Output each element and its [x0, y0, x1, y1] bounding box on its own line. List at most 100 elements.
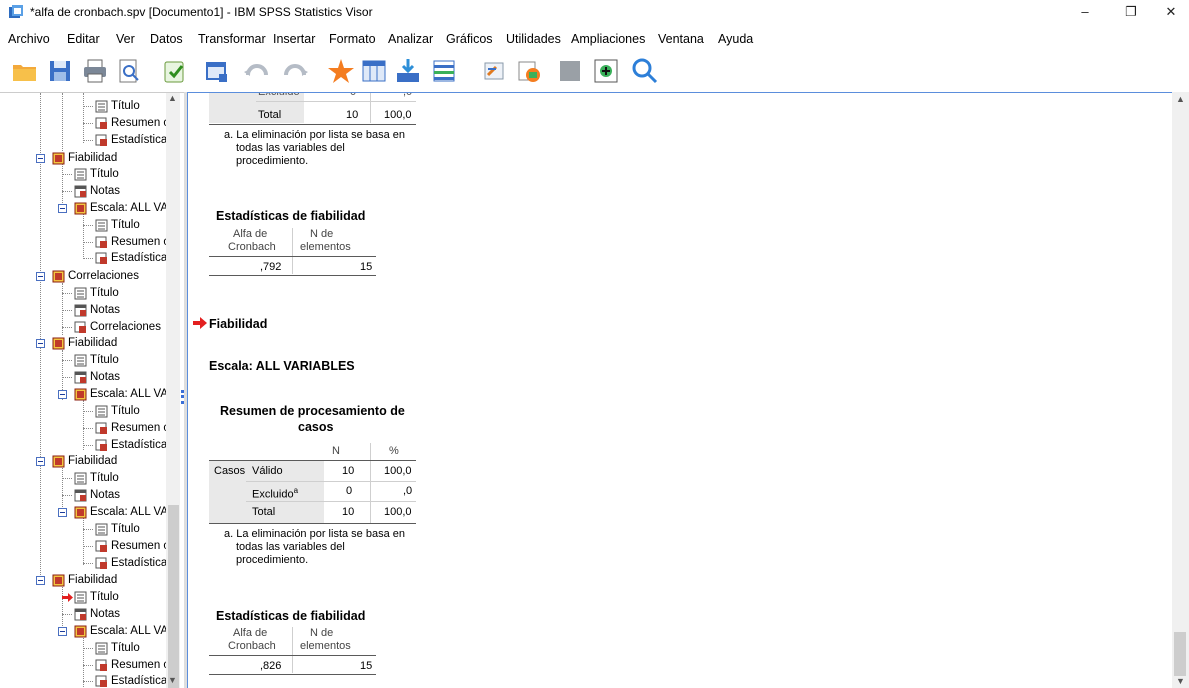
tree-group-fiabilidad[interactable]: Fiabilidad	[0, 573, 166, 588]
undo-icon[interactable]	[242, 57, 272, 85]
menu-ayuda[interactable]: Ayuda	[718, 32, 753, 46]
save-icon[interactable]	[46, 57, 76, 85]
collapse-toggle[interactable]	[36, 457, 45, 466]
output-document[interactable]: Excluido 0 ,0 Total 10 100,0 a. La elimi…	[187, 92, 1172, 688]
tree-group-fiabilidad[interactable]: Fiabilidad	[0, 336, 166, 351]
menu-analizar[interactable]: Analizar	[388, 32, 433, 46]
current-item-arrow-icon	[62, 593, 73, 602]
output-scroll-thumb[interactable]	[1174, 632, 1186, 676]
collapse-toggle[interactable]	[58, 390, 67, 399]
promote-icon[interactable]	[480, 57, 510, 85]
menu-insertar[interactable]: Insertar	[273, 32, 315, 46]
collapse-toggle[interactable]	[36, 154, 45, 163]
scroll-down-icon[interactable]: ▼	[168, 675, 177, 685]
menu-graficos[interactable]: Gráficos	[446, 32, 493, 46]
tree-item-titulo[interactable]: Título	[0, 167, 166, 182]
show-icon[interactable]	[592, 57, 622, 85]
collapse-toggle[interactable]	[36, 576, 45, 585]
menu-editar[interactable]: Editar	[67, 32, 100, 46]
tree-item-notas[interactable]: Notas	[0, 184, 166, 199]
table-log-icon	[95, 557, 107, 569]
splitter-grip[interactable]	[181, 390, 184, 404]
tree-group-escala[interactable]: Escala: ALL VAF	[0, 387, 175, 402]
notes-icon	[74, 371, 87, 384]
outline-scroll-thumb[interactable]	[168, 505, 179, 688]
tree-item-titulo[interactable]: Título	[0, 353, 166, 368]
tree-item-titulo-current[interactable]: Título	[0, 590, 166, 605]
tree-group-fiabilidad[interactable]: Fiabilidad	[0, 151, 166, 166]
tree-item-titulo[interactable]: Título	[0, 99, 166, 114]
collapse-toggle[interactable]	[58, 508, 67, 517]
open-folder-icon[interactable]	[10, 57, 40, 85]
menu-ampliaciones[interactable]: Ampliaciones	[571, 32, 645, 46]
redo-icon[interactable]	[280, 57, 310, 85]
tree-item-estadistica[interactable]: Estadística	[0, 674, 167, 688]
export-icon[interactable]	[160, 57, 190, 85]
footnote-line-2: todas las variables del	[236, 541, 345, 553]
tree-item-titulo[interactable]: Título	[0, 404, 166, 419]
total-n: 10	[346, 109, 359, 121]
menu-ver[interactable]: Ver	[116, 32, 135, 46]
goto-case-icon[interactable]	[326, 57, 356, 85]
collapse-toggle[interactable]	[58, 204, 67, 213]
collapse-toggle[interactable]	[36, 339, 45, 348]
print-icon[interactable]	[80, 57, 110, 85]
menu-datos[interactable]: Datos	[150, 32, 183, 46]
close-button[interactable]: ✕	[1148, 0, 1189, 24]
tree-item-titulo[interactable]: Título	[0, 641, 166, 656]
tree-item-estadistica[interactable]: Estadística	[0, 438, 167, 453]
tree-item-resumen[interactable]: Resumen c	[0, 116, 169, 131]
variables-icon[interactable]	[394, 57, 424, 85]
tree-item-notas[interactable]: Notas	[0, 607, 166, 622]
tree-item-resumen[interactable]: Resumen c	[0, 658, 169, 673]
output-scrollbar[interactable]	[1172, 92, 1189, 688]
menu-archivo[interactable]: Archivo	[8, 32, 50, 46]
tree-item-resumen[interactable]: Resumen c	[0, 235, 169, 250]
tree-group-escala[interactable]: Escala: ALL VAF	[0, 505, 175, 520]
tree-item-notas[interactable]: Notas	[0, 303, 166, 318]
print-preview-icon[interactable]	[114, 57, 144, 85]
recall-dialog-icon[interactable]	[202, 57, 232, 85]
tree-item-titulo[interactable]: Título	[0, 286, 166, 301]
tree-item-estadistica[interactable]: Estadística	[0, 133, 167, 148]
find-icon[interactable]	[630, 57, 660, 85]
tree-item-estadistica[interactable]: Estadística	[0, 556, 167, 571]
case-summary-title-2: casos	[298, 420, 334, 434]
scroll-up-icon[interactable]: ▲	[1176, 94, 1185, 104]
demote-icon[interactable]	[514, 57, 544, 85]
collapse-toggle[interactable]	[36, 272, 45, 281]
valido-n: 10	[342, 465, 355, 477]
tree-item-titulo[interactable]: Título	[0, 471, 166, 486]
insert-output-icon[interactable]	[430, 57, 460, 85]
tree-item-titulo[interactable]: Título	[0, 218, 166, 233]
alpha-header-line2: Cronbach	[228, 241, 276, 253]
menu-formato[interactable]: Formato	[329, 32, 376, 46]
tree-group-fiabilidad[interactable]: Fiabilidad	[0, 454, 166, 469]
collapse-toggle[interactable]	[58, 627, 67, 636]
tree-group-correlaciones[interactable]: Correlaciones	[0, 269, 166, 284]
tree-item-resumen[interactable]: Resumen c	[0, 421, 169, 436]
menu-transformar[interactable]: Transformar	[198, 32, 266, 46]
title-icon	[95, 642, 108, 655]
tree-item-estadistica[interactable]: Estadística	[0, 251, 167, 266]
goto-variable-icon[interactable]	[360, 57, 390, 85]
total-label: Total	[252, 506, 276, 518]
scroll-up-icon[interactable]: ▲	[168, 93, 177, 103]
tree-item-notas[interactable]: Notas	[0, 488, 166, 503]
tree-item-titulo[interactable]: Título	[0, 522, 166, 537]
tree-group-escala[interactable]: Escala: ALL VAF	[0, 201, 175, 216]
minimize-button[interactable]: –	[1062, 0, 1108, 24]
tree-item-notas[interactable]: Notas	[0, 370, 166, 385]
menu-ventana[interactable]: Ventana	[658, 32, 704, 46]
valido-pct: 100,0	[384, 465, 412, 477]
tree-item-correlaciones[interactable]: Correlaciones	[0, 320, 166, 335]
valido-label: Válido	[252, 465, 283, 477]
scroll-down-icon[interactable]: ▼	[1176, 676, 1185, 686]
notes-icon	[74, 185, 87, 198]
tree-group-escala[interactable]: Escala: ALL VAF	[0, 624, 175, 639]
menu-utilidades[interactable]: Utilidades	[506, 32, 561, 46]
tree-item-resumen[interactable]: Resumen c	[0, 539, 169, 554]
hide-icon[interactable]	[556, 57, 586, 85]
n-header-line2: elementos	[300, 241, 351, 253]
title-bar: *alfa de cronbach.spv [Documento1] - IBM…	[0, 0, 1189, 24]
